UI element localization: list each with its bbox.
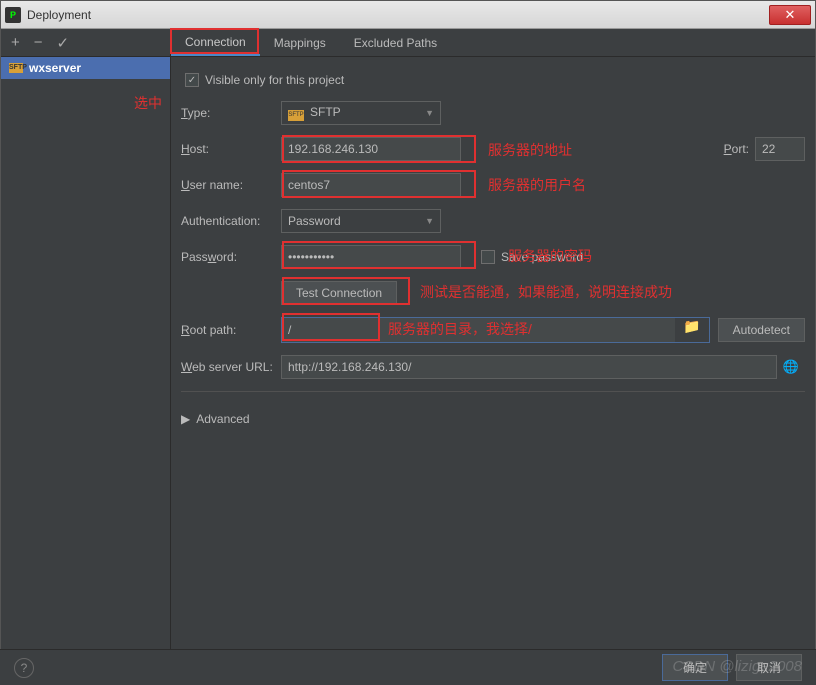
username-label: User name:: [181, 178, 281, 192]
type-label: Type:: [181, 106, 281, 120]
server-item-wxserver[interactable]: SFTP wxserver: [1, 57, 170, 79]
password-label: Password:: [181, 250, 281, 264]
body-area: + − ✓ SFTP wxserver Connection Mappings …: [1, 29, 815, 649]
visible-only-row[interactable]: ✓ Visible only for this project: [181, 73, 805, 87]
root-path-label: Root path:: [181, 323, 281, 337]
chevron-right-icon: ▶: [181, 412, 190, 426]
visible-only-label: Visible only for this project: [205, 73, 344, 87]
type-select[interactable]: SFTPSFTP ▼: [281, 101, 441, 125]
web-url-input[interactable]: [281, 355, 777, 379]
auth-label: Authentication:: [181, 214, 281, 228]
cancel-button[interactable]: 取消: [736, 654, 802, 681]
tabbar: Connection Mappings Excluded Paths: [171, 29, 815, 57]
password-input[interactable]: [281, 245, 461, 269]
server-name: wxserver: [29, 61, 81, 75]
tab-excluded-paths[interactable]: Excluded Paths: [340, 29, 451, 56]
save-password-label: Save password: [501, 250, 583, 264]
close-button[interactable]: ✕: [769, 5, 811, 25]
browse-folder-icon[interactable]: 📁: [675, 318, 708, 342]
add-server-icon[interactable]: +: [11, 34, 20, 51]
chevron-down-icon: ▼: [425, 108, 434, 118]
sftp-icon: SFTP: [288, 110, 304, 121]
separator: [181, 391, 805, 392]
tab-mappings[interactable]: Mappings: [260, 29, 340, 56]
titlebar: P Deployment ✕: [1, 1, 815, 29]
deployment-dialog: P Deployment ✕ + − ✓ SFTP wxserver Conne…: [0, 0, 816, 685]
test-connection-button[interactable]: Test Connection: [281, 281, 397, 305]
connection-form: ✓ Visible only for this project Type: SF…: [171, 57, 815, 436]
help-icon[interactable]: ?: [14, 658, 34, 678]
auth-select[interactable]: Password ▼: [281, 209, 441, 233]
dialog-footer: ? 确定 取消: [0, 649, 816, 685]
host-input[interactable]: [281, 137, 461, 161]
sftp-server-icon: SFTP: [9, 63, 23, 73]
username-input[interactable]: [281, 173, 461, 197]
tab-connection[interactable]: Connection: [171, 29, 260, 56]
main-panel: Connection Mappings Excluded Paths ✓ Vis…: [171, 29, 815, 649]
save-password-checkbox[interactable]: [481, 250, 495, 264]
ok-button[interactable]: 确定: [662, 654, 728, 681]
web-url-label: Web server URL:: [181, 360, 281, 374]
advanced-section-toggle[interactable]: ▶ Advanced: [181, 412, 805, 426]
port-input[interactable]: [755, 137, 805, 161]
globe-icon[interactable]: 🌐: [777, 359, 805, 375]
app-icon: P: [5, 7, 21, 23]
window-title: Deployment: [27, 8, 91, 22]
remove-server-icon[interactable]: −: [34, 34, 43, 51]
check-icon[interactable]: ✓: [57, 34, 70, 52]
autodetect-button[interactable]: Autodetect: [718, 318, 805, 342]
visible-only-checkbox[interactable]: ✓: [185, 73, 199, 87]
chevron-down-icon: ▼: [425, 216, 434, 226]
root-path-input[interactable]: [282, 318, 675, 342]
host-label: Host:: [181, 142, 281, 156]
port-label: Port:: [724, 142, 749, 156]
sidebar: + − ✓ SFTP wxserver: [1, 29, 171, 649]
sidebar-toolbar: + − ✓: [1, 29, 170, 57]
root-path-field: 📁: [281, 317, 710, 343]
